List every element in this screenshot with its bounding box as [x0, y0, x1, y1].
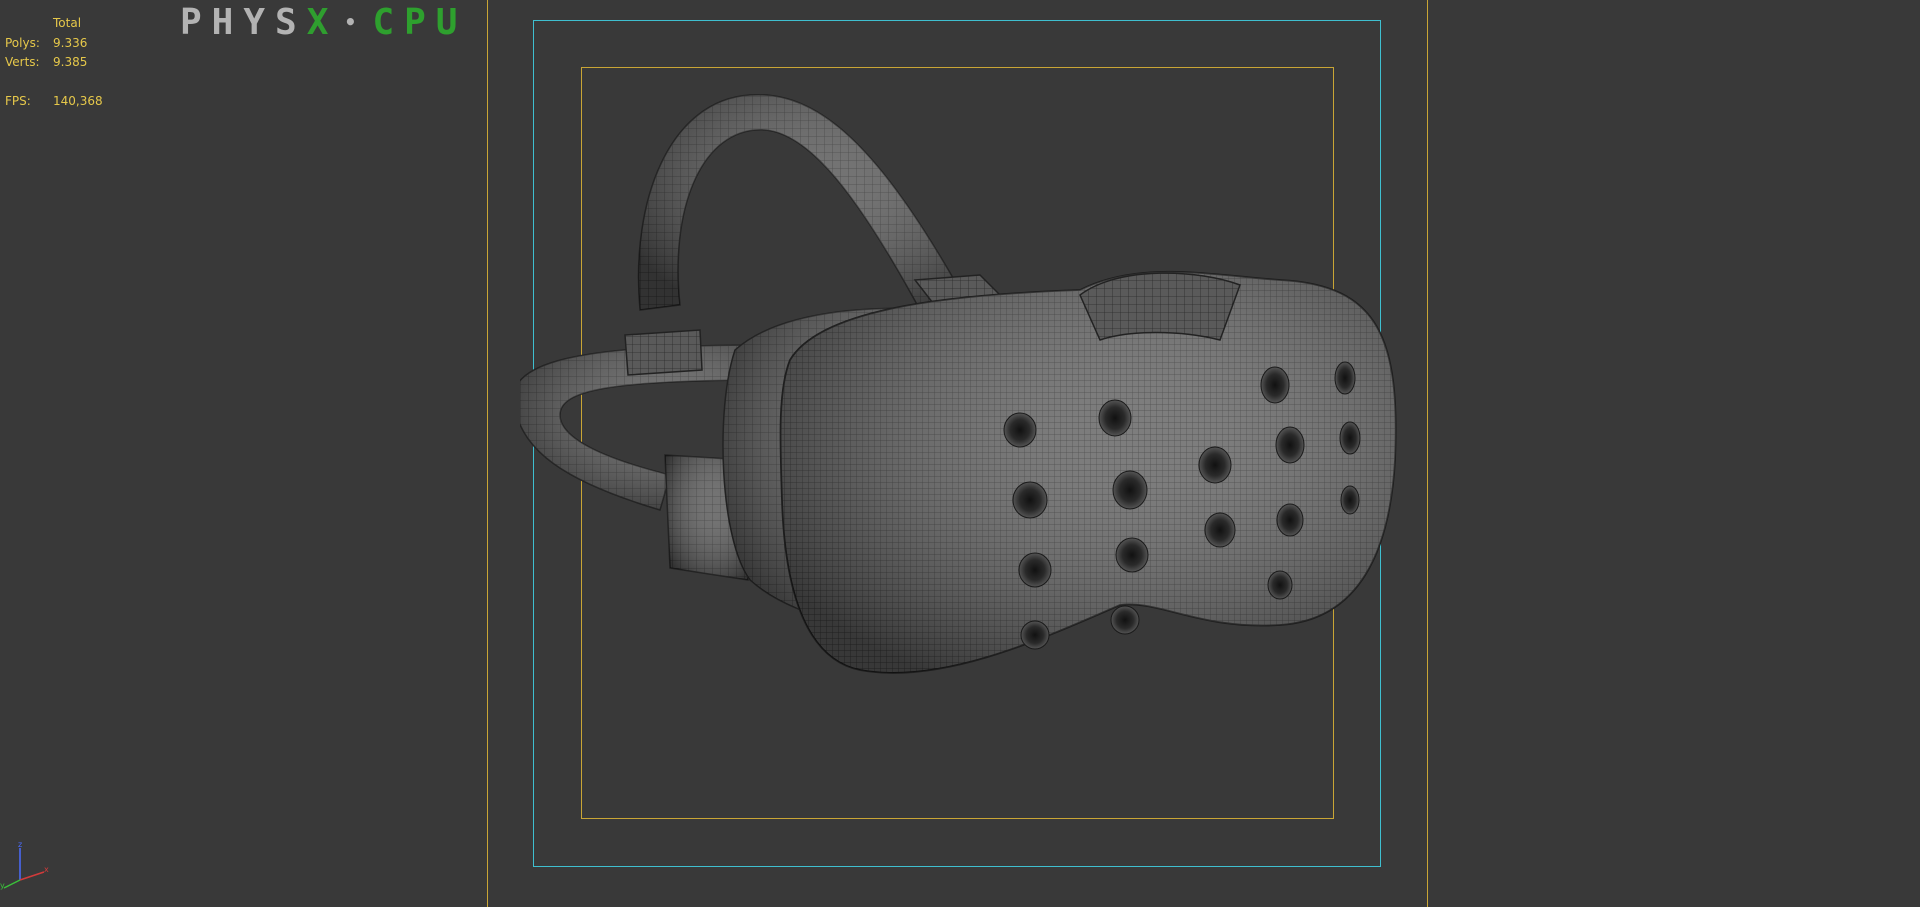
- verts-value: 9.385: [53, 55, 88, 69]
- verts-label: Verts:: [5, 55, 40, 69]
- physx-mode: CPU: [372, 2, 468, 43]
- fps-label: FPS:: [5, 94, 31, 108]
- physx-word: PHYS: [180, 2, 307, 43]
- physx-separator: •: [344, 10, 367, 34]
- gizmo-z-label: z: [18, 840, 22, 849]
- axis-gizmo-icon: z x y: [0, 840, 49, 890]
- stats-header: Total: [53, 16, 82, 30]
- physx-x: X: [306, 2, 339, 43]
- polys-value: 9.336: [53, 35, 88, 50]
- fps-value: 140,368: [53, 94, 103, 108]
- gizmo-y-label: y: [0, 881, 5, 890]
- polys-label: Polys:: [5, 35, 40, 50]
- vr-headset-wireframe[interactable]: [520, 80, 1400, 720]
- gizmo-x-label: x: [44, 865, 49, 874]
- physx-banner: PHYSX • CPU: [180, 2, 467, 43]
- viewport-perspective[interactable]: Total Polys: 9.336 Verts: 9.385 FPS: 140,36…: [0, 0, 1920, 907]
